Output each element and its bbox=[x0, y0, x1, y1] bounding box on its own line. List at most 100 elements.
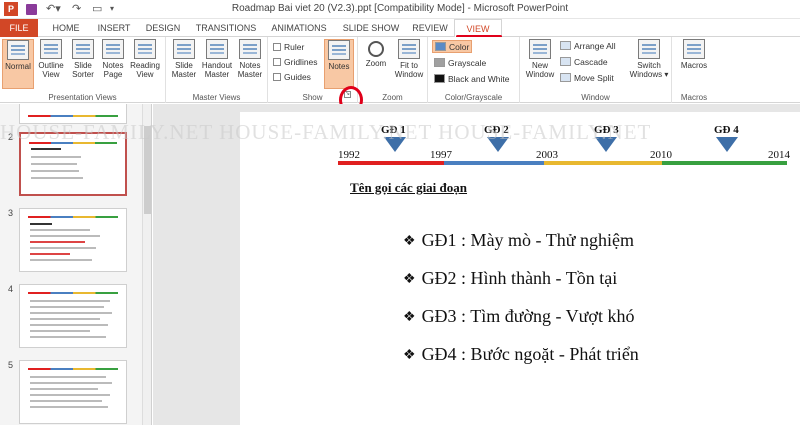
year-label: 1997 bbox=[430, 149, 452, 161]
tab-review[interactable]: REVIEW bbox=[408, 19, 452, 37]
thumb-text-line bbox=[30, 406, 108, 408]
bullet-item-3: ❖ GĐ3 : Tìm đường - Vượt khó bbox=[403, 306, 635, 326]
switch-windows-button[interactable]: Switch Windows ▾ bbox=[628, 39, 670, 89]
normal-view-button[interactable]: Normal bbox=[2, 39, 34, 89]
bullet-item-2: ❖ GĐ2 : Hình thành - Tồn tại bbox=[403, 268, 618, 288]
group-macros: Macros Macros bbox=[672, 37, 716, 103]
color-button[interactable]: Color bbox=[432, 40, 473, 53]
scrollbar-thumb[interactable] bbox=[144, 126, 151, 214]
grayscale-button[interactable]: Grayscale bbox=[434, 57, 486, 70]
new-window-icon bbox=[529, 39, 551, 59]
notes-master-icon bbox=[239, 39, 261, 59]
notes-page-icon bbox=[102, 39, 124, 59]
fit-to-window-icon bbox=[398, 39, 420, 59]
thumb-text-line bbox=[30, 382, 112, 384]
move-split-button[interactable]: Move Split bbox=[560, 72, 614, 85]
checkbox-icon bbox=[273, 58, 281, 66]
thumb-text-line bbox=[30, 241, 85, 243]
tab-animations[interactable]: ANIMATIONS bbox=[264, 19, 334, 37]
timeline-segment-4 bbox=[662, 161, 787, 165]
slide-editing-area: GĐ 1 GĐ 2 GĐ 3 GĐ 4 1992 1997 2003 2010 … bbox=[153, 104, 800, 425]
macros-icon bbox=[683, 39, 705, 59]
slide-thumbnail-4[interactable] bbox=[19, 284, 127, 348]
slide-thumbnail-3[interactable] bbox=[19, 208, 127, 272]
notes-icon bbox=[328, 40, 350, 60]
ruler-checkbox[interactable]: Ruler bbox=[273, 41, 304, 53]
thumb-text-line bbox=[30, 300, 110, 302]
phase-label-2: GĐ 2 bbox=[484, 124, 509, 136]
year-label: 2003 bbox=[536, 149, 558, 161]
phase-marker-2 bbox=[487, 137, 509, 152]
slide-number: 5 bbox=[8, 360, 14, 370]
tab-insert[interactable]: INSERT bbox=[90, 19, 138, 37]
black-and-white-button[interactable]: Black and White bbox=[434, 73, 509, 86]
reading-view-button[interactable]: Reading View bbox=[128, 39, 162, 89]
thumb-text-line bbox=[31, 163, 77, 165]
outline-view-button[interactable]: Outline View bbox=[36, 39, 66, 89]
thumb-text-line bbox=[30, 229, 90, 231]
arrange-all-button[interactable]: Arrange All bbox=[560, 40, 616, 53]
new-window-button[interactable]: New Window bbox=[522, 39, 558, 89]
thumbnail-scrollbar[interactable] bbox=[142, 104, 151, 425]
diamond-bullet-icon: ❖ bbox=[403, 310, 416, 325]
thumb-text-line bbox=[30, 376, 106, 378]
thumb-text-line bbox=[30, 394, 110, 396]
slide-number: 2 bbox=[8, 132, 14, 142]
notes-page-button[interactable]: Notes Page bbox=[99, 39, 127, 89]
thumb-text-line bbox=[31, 177, 83, 179]
fit-to-window-button[interactable]: Fit to Window bbox=[392, 39, 426, 89]
thumb-text-line bbox=[30, 253, 70, 255]
handout-master-button[interactable]: Handout Master bbox=[200, 39, 234, 89]
switch-windows-icon bbox=[638, 39, 660, 59]
notes-master-button[interactable]: Notes Master bbox=[234, 39, 266, 89]
thumb-text-line bbox=[31, 156, 81, 158]
thumb-timeline bbox=[28, 115, 118, 117]
year-label: 2010 bbox=[650, 149, 672, 161]
group-window: New Window Arrange All Cascade Move Spli… bbox=[520, 37, 672, 103]
group-label-master-views: Master Views bbox=[192, 93, 241, 102]
bullet-item-4: ❖ GĐ4 : Bước ngoặt - Phát triển bbox=[403, 344, 639, 364]
normal-view-icon bbox=[7, 40, 29, 60]
thumb-text-line bbox=[30, 247, 96, 249]
slide-thumbnail-1[interactable] bbox=[19, 104, 127, 124]
black-white-swatch-icon bbox=[434, 74, 445, 83]
thumb-text-line bbox=[31, 170, 79, 172]
thumb-text-line bbox=[30, 324, 108, 326]
thumb-text-line bbox=[30, 400, 102, 402]
zoom-button[interactable]: Zoom bbox=[362, 39, 390, 89]
slide-number: 4 bbox=[8, 284, 14, 294]
checkbox-icon bbox=[273, 73, 281, 81]
group-label-window: Window bbox=[581, 93, 610, 102]
thumb-timeline bbox=[28, 292, 118, 294]
cascade-icon bbox=[560, 57, 571, 66]
slide-thumbnail-2[interactable] bbox=[19, 132, 127, 196]
checkbox-icon bbox=[273, 43, 281, 51]
cascade-button[interactable]: Cascade bbox=[560, 56, 608, 69]
arrange-all-icon bbox=[560, 41, 571, 50]
thumb-text-line bbox=[30, 330, 90, 332]
tab-home[interactable]: HOME bbox=[44, 19, 88, 37]
current-slide[interactable]: GĐ 1 GĐ 2 GĐ 3 GĐ 4 1992 1997 2003 2010 … bbox=[240, 112, 800, 425]
thumb-text-line bbox=[30, 318, 100, 320]
macros-button[interactable]: Macros bbox=[676, 39, 712, 89]
slide-master-button[interactable]: Slide Master bbox=[168, 39, 200, 89]
tab-design[interactable]: DESIGN bbox=[138, 19, 188, 37]
grayscale-swatch-icon bbox=[434, 58, 445, 67]
diamond-bullet-icon: ❖ bbox=[403, 348, 416, 363]
slide-thumbnail-5[interactable] bbox=[19, 360, 127, 424]
slide-sorter-button[interactable]: Slide Sorter bbox=[68, 39, 98, 89]
thumb-text-line bbox=[30, 235, 100, 237]
notes-button[interactable]: Notes bbox=[324, 39, 354, 89]
tab-transitions[interactable]: TRANSITIONS bbox=[190, 19, 262, 37]
diamond-bullet-icon: ❖ bbox=[403, 272, 416, 287]
tab-slide-show[interactable]: SLIDE SHOW bbox=[336, 19, 406, 37]
group-label-color-grayscale: Color/Grayscale bbox=[444, 93, 503, 102]
tab-file[interactable]: FILE bbox=[0, 19, 38, 37]
gridlines-checkbox[interactable]: Gridlines bbox=[273, 56, 318, 68]
diamond-bullet-icon: ❖ bbox=[403, 234, 416, 249]
guides-checkbox[interactable]: Guides bbox=[273, 71, 311, 83]
year-label: 2014 bbox=[768, 149, 790, 161]
section-title: Tên gọi các giai đoạn bbox=[350, 180, 468, 195]
group-label-zoom: Zoom bbox=[382, 93, 403, 102]
thumb-text-line bbox=[30, 223, 52, 225]
